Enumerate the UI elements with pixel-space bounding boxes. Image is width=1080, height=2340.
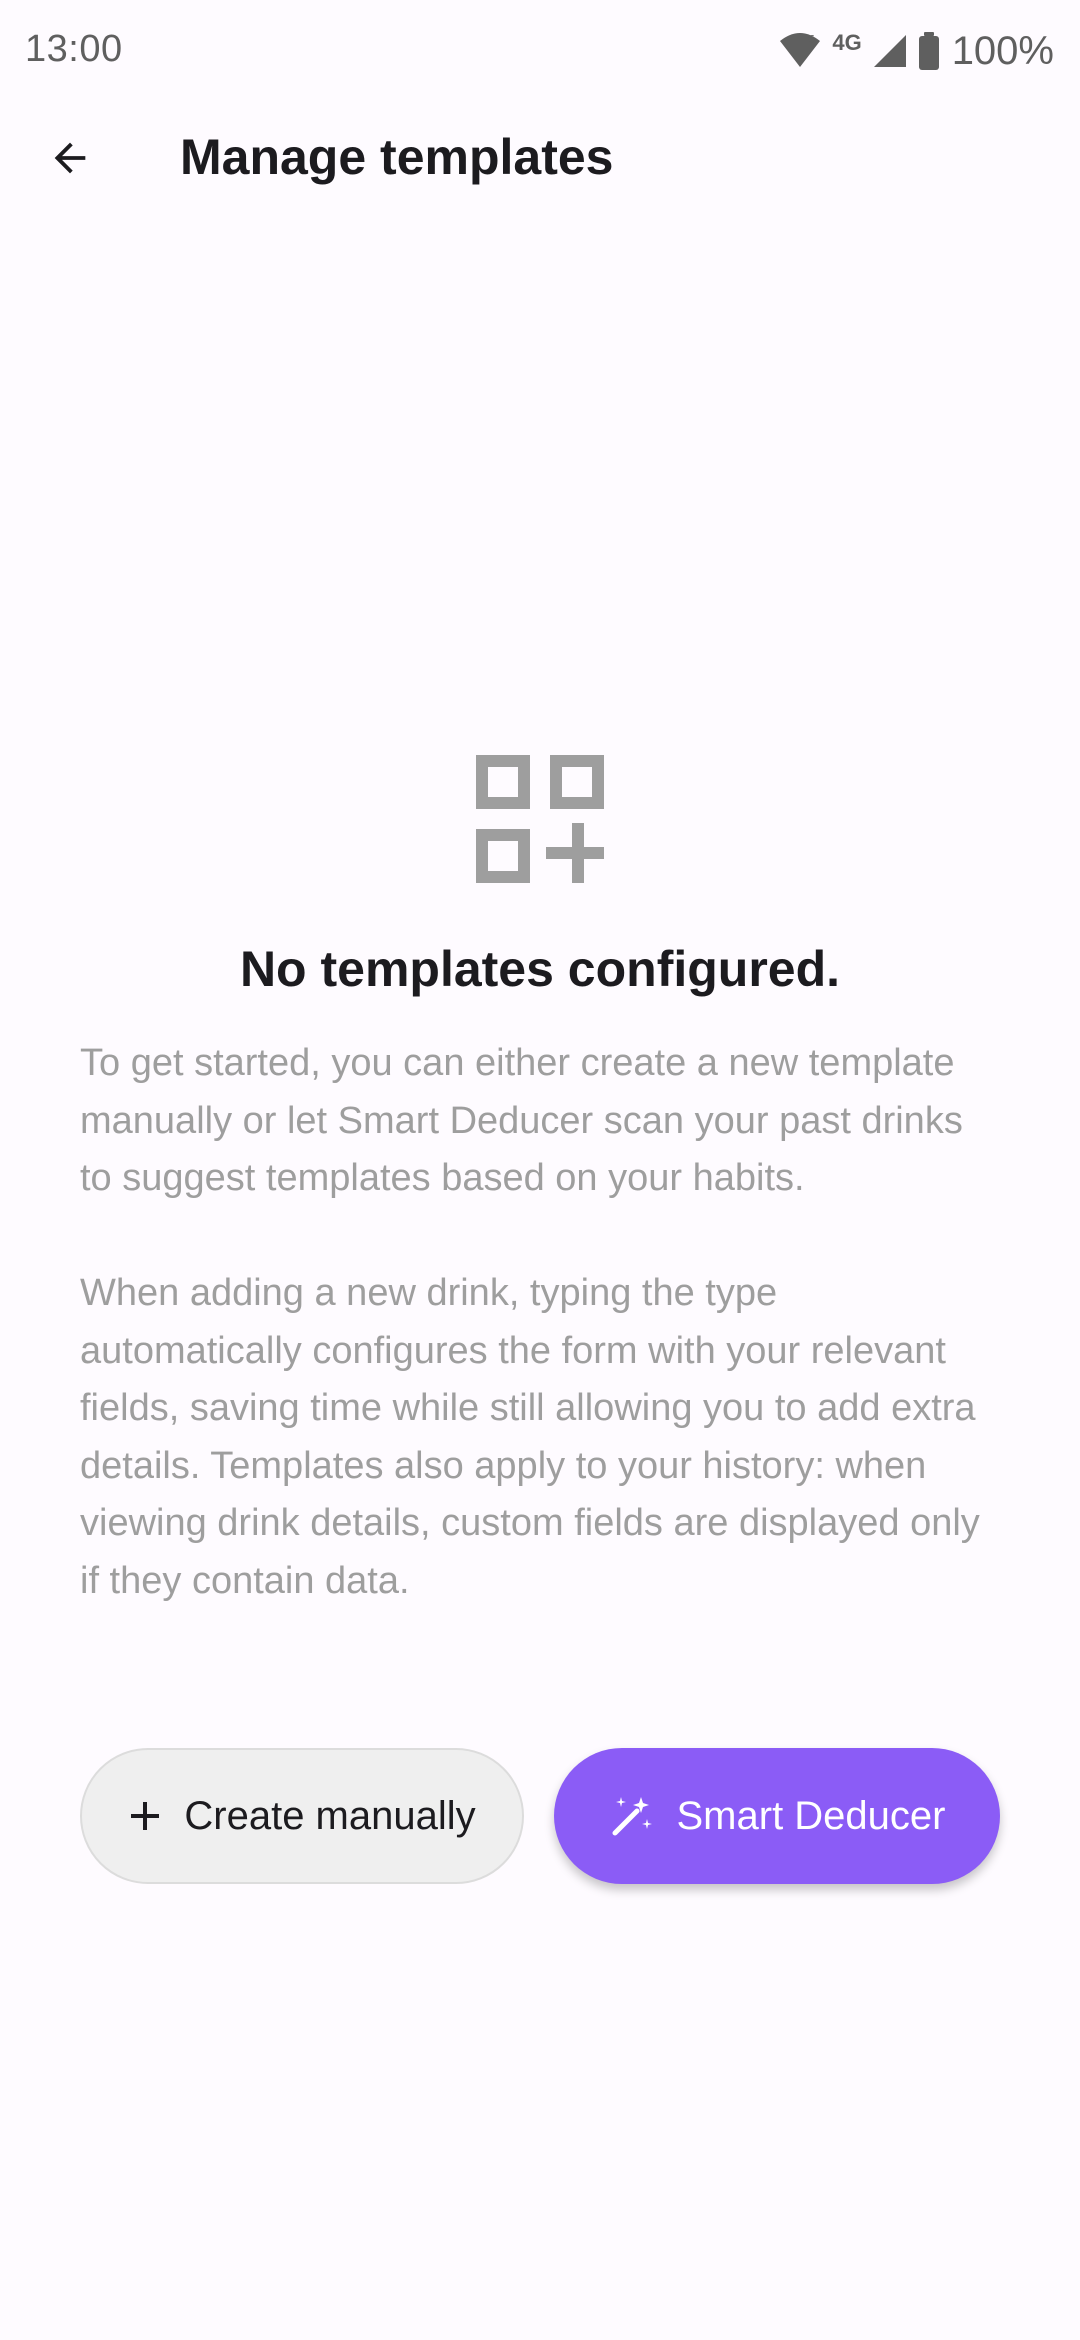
description-paragraph-2: When adding a new drink, typing the type… (80, 1272, 980, 1602)
status-bar: 13:00 6 4G 100% (0, 0, 1080, 100)
top-app-bar: Manage templates (0, 100, 1080, 220)
grid-add-icon (476, 755, 604, 883)
status-icons: 6 4G 100% (778, 26, 1054, 76)
empty-state-actions: Create manually Smart Deducer (80, 1748, 1000, 1888)
back-button[interactable] (30, 120, 110, 200)
status-time: 13:00 (25, 28, 123, 70)
plus-icon (128, 1799, 162, 1833)
battery-icon (918, 32, 940, 70)
screen: 13:00 6 4G 100% Manage templates No temp… (0, 0, 1080, 2340)
description-paragraph-1: To get started, you can either create a … (80, 1042, 963, 1199)
empty-state-title: No templates configured. (239, 941, 841, 997)
empty-state-description: To get started, you can either create a … (80, 1035, 1000, 1610)
create-manually-button[interactable]: Create manually (80, 1748, 524, 1884)
page-title: Manage templates (180, 129, 614, 185)
arrow-back-icon (47, 135, 93, 186)
magic-wand-icon (609, 1793, 655, 1839)
smart-deducer-button[interactable]: Smart Deducer (554, 1748, 1000, 1884)
wifi-icon: 6 (778, 31, 822, 71)
svg-text:6: 6 (808, 33, 815, 46)
battery-percentage: 100% (951, 28, 1054, 73)
network-type-label: 4G (832, 30, 862, 55)
smart-deducer-label: Smart Deducer (676, 1793, 946, 1838)
create-manually-label: Create manually (184, 1793, 476, 1838)
cellular-signal-icon (872, 33, 908, 69)
